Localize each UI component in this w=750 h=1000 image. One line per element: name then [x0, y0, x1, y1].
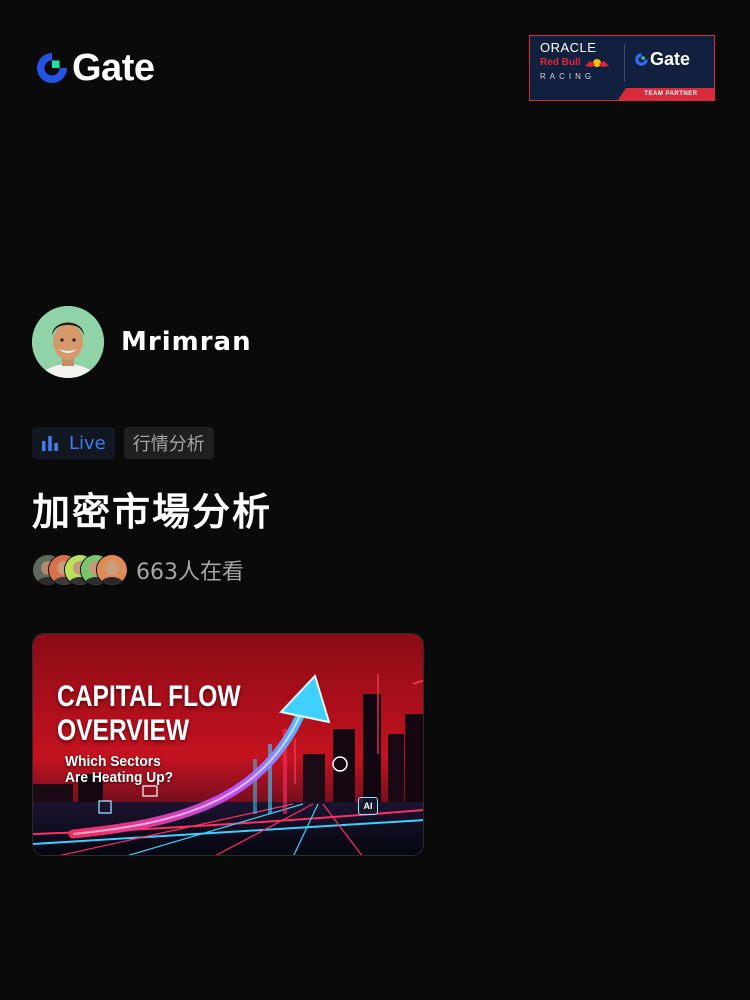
viewer-info: 663人在看 — [32, 554, 244, 586]
viewer-avatars — [32, 554, 128, 586]
partner-divider — [624, 44, 625, 82]
category-tag[interactable]: 行情分析 — [123, 427, 214, 459]
live-bars-icon — [42, 436, 58, 451]
thumbnail-title: CAPITAL FLOW OVERVIEW — [57, 680, 241, 747]
stream-thumbnail[interactable]: CAPITAL FLOW OVERVIEW Which Sectors Are … — [32, 633, 424, 856]
oracle-label: ORACLE — [540, 40, 597, 55]
stream-tags: Live 行情分析 — [32, 427, 214, 459]
live-label: Live — [69, 432, 106, 454]
thumbnail-subtitle: Which Sectors Are Heating Up? — [65, 753, 174, 786]
team-partner-badge: ORACLE Red Bull RACING Gate TEAM PARTNER — [529, 35, 715, 101]
live-badge: Live — [32, 427, 115, 459]
viewer-count: 663人在看 — [136, 560, 244, 585]
gate-logo-icon — [37, 53, 67, 83]
live-stream-page: Gate ORACLE Red Bull RACING Gate TEAM PA… — [0, 0, 750, 1000]
stream-title: 加密市場分析 — [32, 490, 273, 534]
racing-label: RACING — [540, 72, 596, 81]
gate-small-logo-icon — [635, 52, 648, 66]
team-partner-strip: TEAM PARTNER — [618, 88, 714, 100]
redbull-bulls-icon — [584, 58, 609, 67]
gate-logo[interactable]: Gate — [34, 47, 155, 89]
viewer-avatar — [96, 554, 128, 586]
gate-logo-text: Gate — [72, 47, 155, 89]
host-avatar-image — [32, 306, 104, 378]
host-profile[interactable]: Mrimran — [32, 306, 252, 378]
redbull-label: Red Bull — [540, 56, 581, 68]
partner-gate-logo: Gate — [634, 50, 690, 68]
ai-badge-icon: AI — [358, 797, 378, 815]
host-avatar[interactable] — [32, 306, 104, 378]
host-name[interactable]: Mrimran — [121, 327, 252, 357]
